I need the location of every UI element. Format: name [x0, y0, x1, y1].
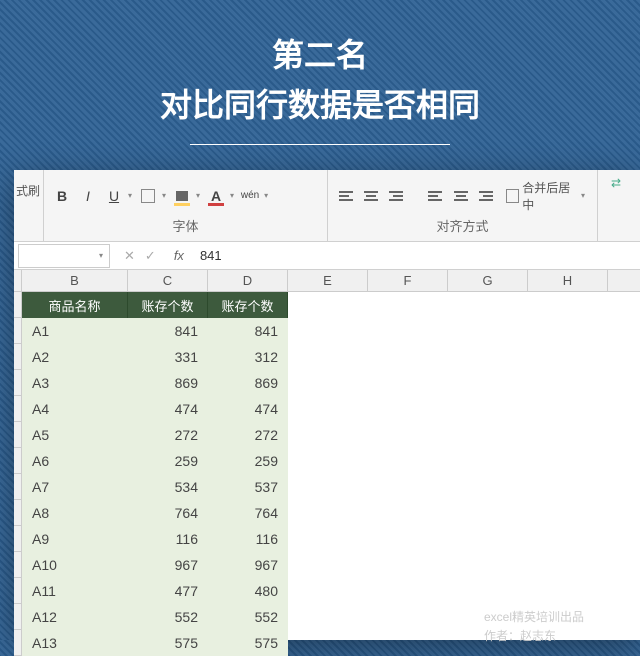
cell-name[interactable]: A7: [22, 474, 128, 500]
cell-count1[interactable]: 575: [128, 630, 208, 656]
cell-count2[interactable]: 967: [208, 552, 288, 578]
align-top-button[interactable]: [336, 186, 355, 206]
table-row: A10967967: [14, 552, 640, 578]
table-header-row: 商品名称 账存个数 账存个数: [14, 292, 640, 318]
cell-count1[interactable]: 764: [128, 500, 208, 526]
cell-count1[interactable]: 552: [128, 604, 208, 630]
formula-input[interactable]: 841: [192, 248, 640, 263]
col-header-F[interactable]: F: [368, 270, 448, 291]
title-divider: [190, 144, 450, 145]
spreadsheet-grid[interactable]: B C D E F G H 商品名称 账存个数 账存个数 A1841841A23…: [14, 270, 640, 656]
fx-label[interactable]: fx: [166, 248, 192, 263]
cell-count1[interactable]: 967: [128, 552, 208, 578]
table-row: A1841841: [14, 318, 640, 344]
ribbon-overflow[interactable]: ⇄: [598, 170, 634, 241]
cell-name[interactable]: A11: [22, 578, 128, 604]
cell-name[interactable]: A10: [22, 552, 128, 578]
cell-name[interactable]: A1: [22, 318, 128, 344]
cell-count1[interactable]: 841: [128, 318, 208, 344]
formula-bar: ▾ ✕ ✓ fx 841: [14, 242, 640, 270]
col-header-B[interactable]: B: [22, 270, 128, 291]
bold-button[interactable]: B: [52, 186, 72, 206]
font-group-label: 字体: [44, 217, 327, 241]
phonetic-button[interactable]: wén: [240, 186, 260, 206]
cell-count2[interactable]: 116: [208, 526, 288, 552]
cell-count2[interactable]: 764: [208, 500, 288, 526]
cell-count1[interactable]: 534: [128, 474, 208, 500]
cell-name[interactable]: A9: [22, 526, 128, 552]
cancel-formula-button[interactable]: ✕: [124, 248, 135, 264]
name-box[interactable]: ▾: [18, 244, 110, 268]
cell-count2[interactable]: 841: [208, 318, 288, 344]
align-left-button[interactable]: [426, 186, 445, 206]
col-header-D[interactable]: D: [208, 270, 288, 291]
italic-button[interactable]: I: [78, 186, 98, 206]
align-group-label: 对齐方式: [328, 217, 597, 241]
column-headers: B C D E F G H: [14, 270, 640, 292]
cell-count2[interactable]: 869: [208, 370, 288, 396]
ribbon: 式刷 B I U▾ ▾ ▾ A ▾ wén▾ 字体: [14, 170, 640, 242]
cell-name[interactable]: A5: [22, 422, 128, 448]
table-row: A4474474: [14, 396, 640, 422]
cell-count2[interactable]: 575: [208, 630, 288, 656]
border-button[interactable]: [138, 186, 158, 206]
accept-formula-button[interactable]: ✓: [145, 248, 156, 264]
align-bottom-button[interactable]: [387, 186, 406, 206]
align-middle-button[interactable]: [361, 186, 380, 206]
cell-name[interactable]: A6: [22, 448, 128, 474]
table-row: A8764764: [14, 500, 640, 526]
cell-name[interactable]: A2: [22, 344, 128, 370]
header-count-2[interactable]: 账存个数: [208, 292, 288, 318]
excel-window: 式刷 B I U▾ ▾ ▾ A ▾ wén▾ 字体: [14, 170, 640, 640]
table-row: A5272272: [14, 422, 640, 448]
table-row: A7534537: [14, 474, 640, 500]
title-line-1: 第二名: [0, 30, 640, 76]
cell-count1[interactable]: 474: [128, 396, 208, 422]
cell-name[interactable]: A4: [22, 396, 128, 422]
title-line-2: 对比同行数据是否相同: [0, 80, 640, 126]
col-header-H[interactable]: H: [528, 270, 608, 291]
table-row: A3869869: [14, 370, 640, 396]
data-area: 商品名称 账存个数 账存个数 A1841841A2331312A3869869A…: [14, 292, 640, 656]
cell-count2[interactable]: 474: [208, 396, 288, 422]
cell-count1[interactable]: 259: [128, 448, 208, 474]
cell-name[interactable]: A8: [22, 500, 128, 526]
col-header-E[interactable]: E: [288, 270, 368, 291]
page-title-block: 第二名 对比同行数据是否相同: [0, 0, 640, 145]
col-header-C[interactable]: C: [128, 270, 208, 291]
cell-count1[interactable]: 272: [128, 422, 208, 448]
cell-count2[interactable]: 480: [208, 578, 288, 604]
cell-name[interactable]: A3: [22, 370, 128, 396]
header-count-1[interactable]: 账存个数: [128, 292, 208, 318]
font-color-button[interactable]: A: [206, 186, 226, 206]
cell-count2[interactable]: 259: [208, 448, 288, 474]
header-product-name[interactable]: 商品名称: [22, 292, 128, 318]
cell-count2[interactable]: 537: [208, 474, 288, 500]
watermark: excel精英培训出品 作者：赵志东: [484, 608, 584, 646]
table-row: A6259259: [14, 448, 640, 474]
format-painter-stub[interactable]: 式刷: [14, 170, 42, 199]
cell-count2[interactable]: 312: [208, 344, 288, 370]
underline-button[interactable]: U: [104, 186, 124, 206]
col-header-G[interactable]: G: [448, 270, 528, 291]
cell-count1[interactable]: 477: [128, 578, 208, 604]
cell-count1[interactable]: 869: [128, 370, 208, 396]
cell-count1[interactable]: 331: [128, 344, 208, 370]
cell-count2[interactable]: 552: [208, 604, 288, 630]
align-right-button[interactable]: [476, 186, 495, 206]
table-row: A11477480: [14, 578, 640, 604]
cell-name[interactable]: A13: [22, 630, 128, 656]
cell-count1[interactable]: 116: [128, 526, 208, 552]
cell-name[interactable]: A12: [22, 604, 128, 630]
merge-icon: [506, 189, 520, 203]
align-center-button[interactable]: [451, 186, 470, 206]
merge-center-button[interactable]: 合并后居中 ▾: [502, 177, 589, 215]
table-row: A2331312: [14, 344, 640, 370]
cell-count2[interactable]: 272: [208, 422, 288, 448]
fill-color-button[interactable]: [172, 186, 192, 206]
table-row: A9116116: [14, 526, 640, 552]
